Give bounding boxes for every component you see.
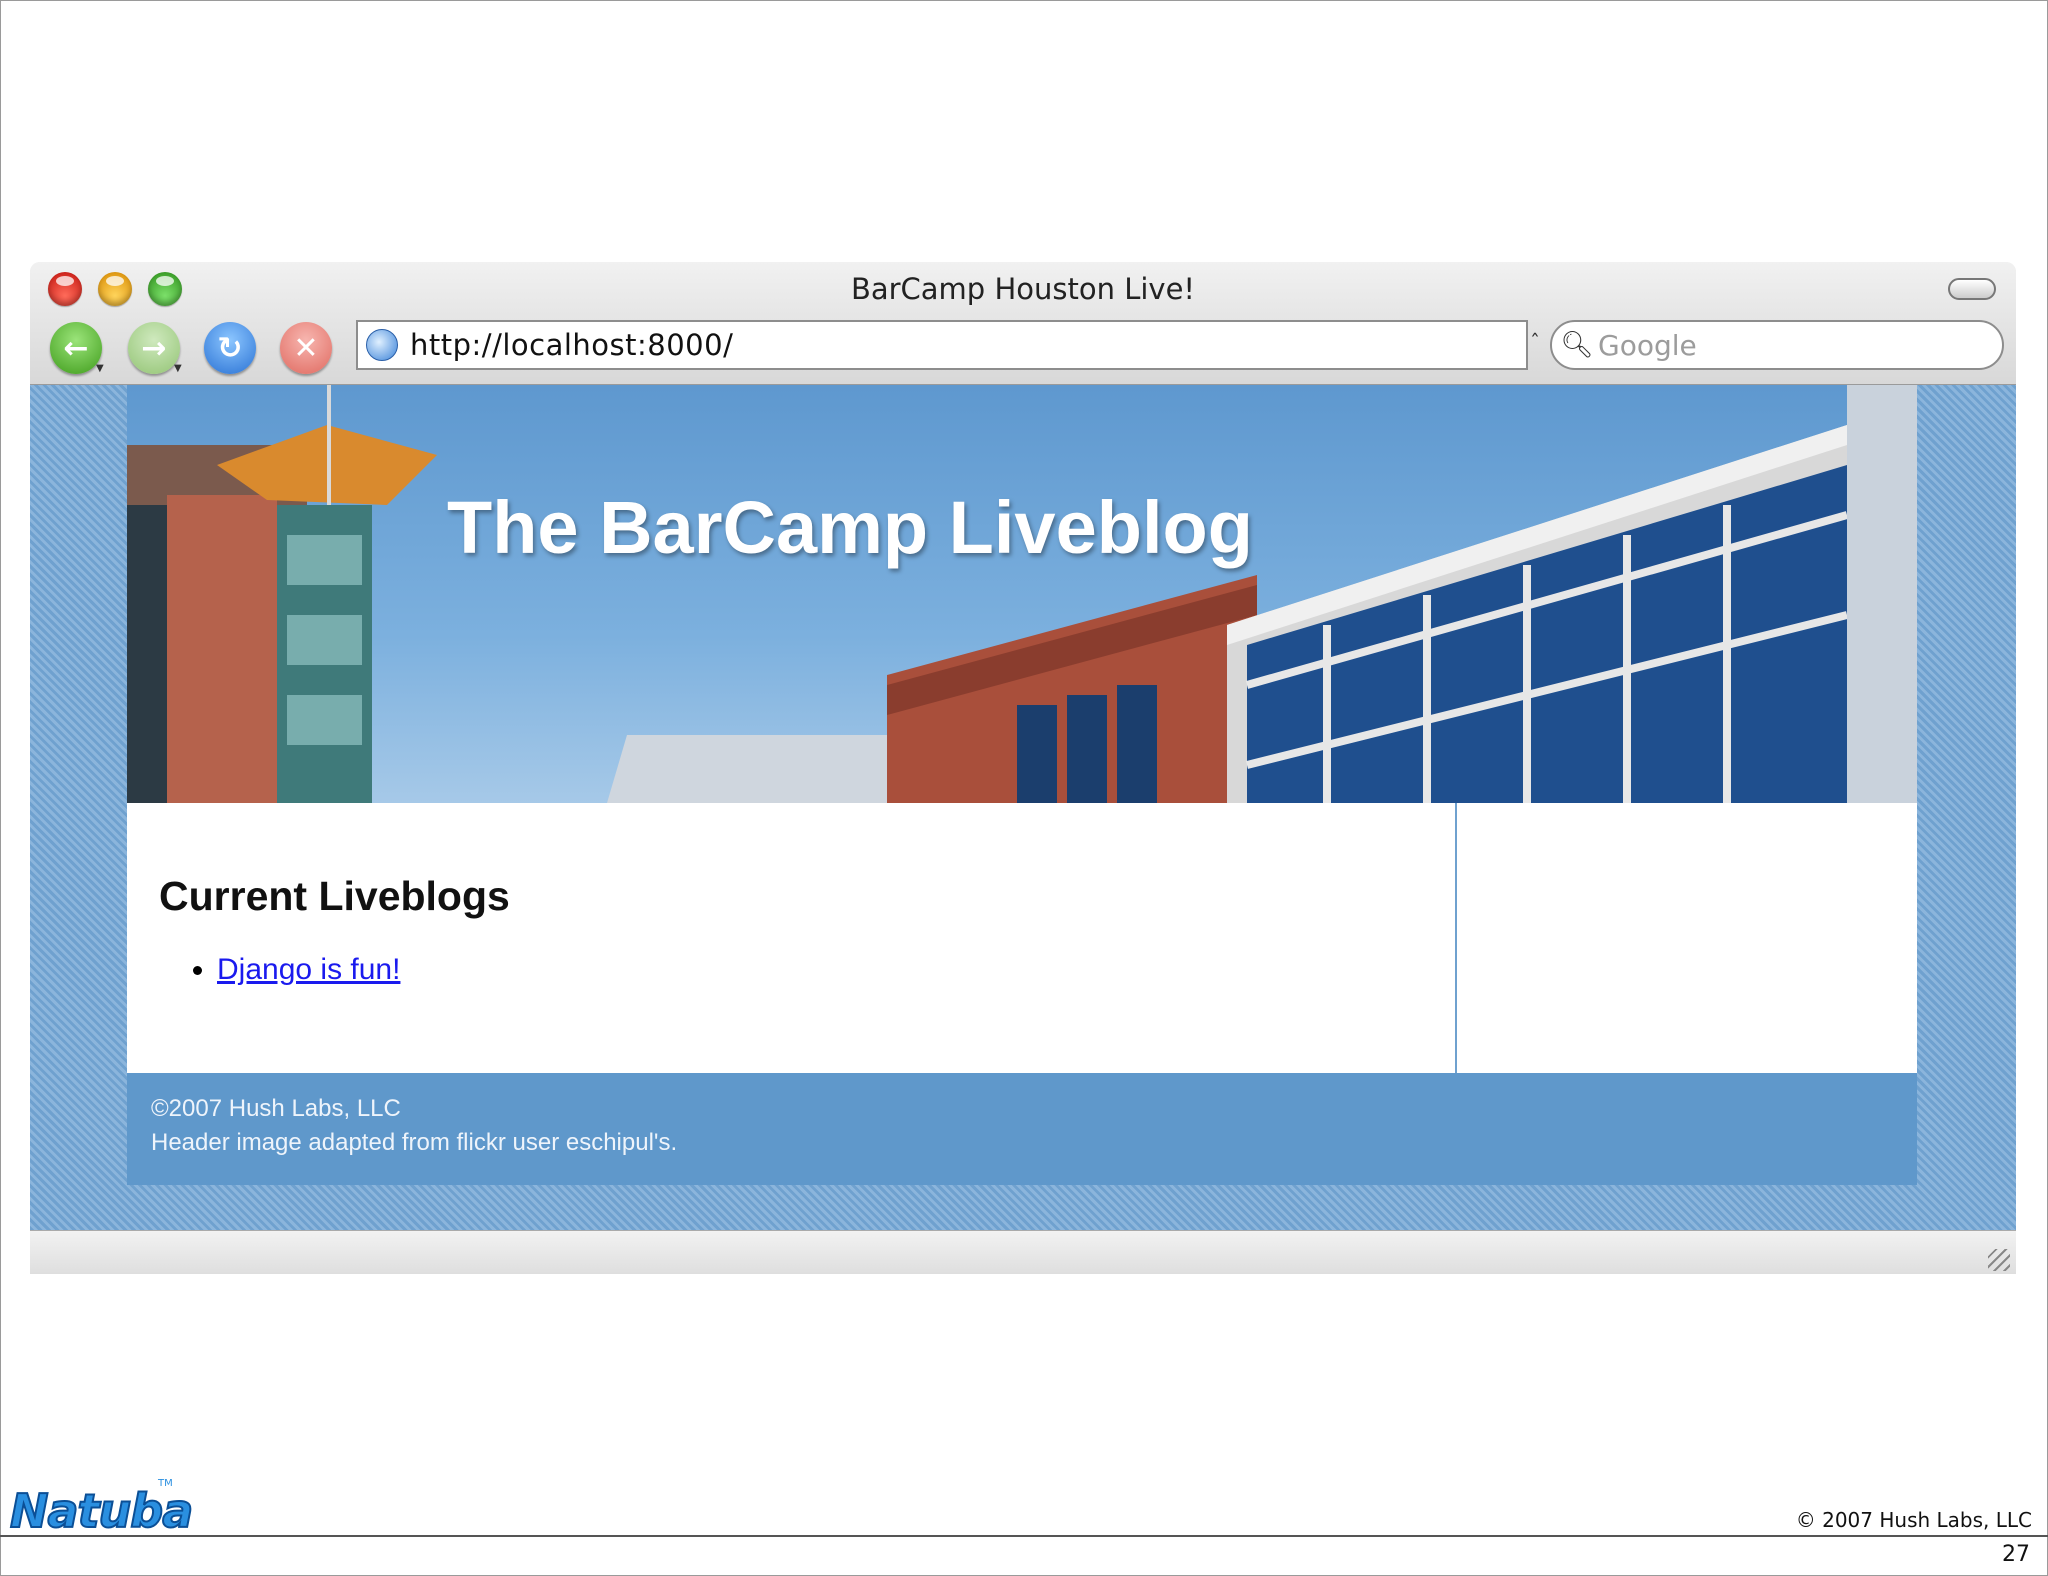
window-title: BarCamp Houston Live! bbox=[850, 272, 1196, 306]
site-title: The BarCamp Liveblog bbox=[447, 486, 1253, 569]
browser-window: BarCamp Houston Live! ← ▼ → ▼ ↻ ✕ http:/… bbox=[30, 262, 2016, 1274]
main-content: Current Liveblogs Django is fun! bbox=[127, 803, 1457, 1073]
slide-number: 27 bbox=[2002, 1542, 2030, 1567]
slide-divider bbox=[0, 1535, 2048, 1537]
search-field[interactable]: 🔍︎ Google bbox=[1550, 320, 2004, 370]
back-button[interactable]: ← bbox=[50, 322, 102, 374]
search-area: ˆ 🔍︎ Google bbox=[1530, 320, 2008, 370]
forward-history-caret-icon[interactable]: ▼ bbox=[174, 363, 182, 374]
page-viewport: The BarCamp Liveblog Current Liveblogs D… bbox=[30, 385, 2016, 1230]
header-banner-image: The BarCamp Liveblog bbox=[127, 385, 1917, 803]
back-history-caret-icon[interactable]: ▼ bbox=[96, 363, 104, 374]
browser-toolbar: BarCamp Houston Live! ← ▼ → ▼ ↻ ✕ http:/… bbox=[30, 262, 2016, 385]
trademark-mark: TM bbox=[158, 1478, 173, 1489]
liveblog-list: Django is fun! bbox=[217, 953, 400, 987]
natuba-logo: Natuba bbox=[9, 1483, 194, 1539]
forward-button[interactable]: → bbox=[128, 322, 180, 374]
reload-icon: ↻ bbox=[217, 330, 243, 366]
globe-icon bbox=[366, 329, 398, 361]
liveblog-page: The BarCamp Liveblog Current Liveblogs D… bbox=[127, 385, 1917, 1185]
status-bar bbox=[30, 1230, 2016, 1274]
footer-credit: Header image adapted from flickr user es… bbox=[151, 1129, 678, 1156]
reload-button[interactable]: ↻ bbox=[204, 322, 256, 374]
footer-copyright: ©2007 Hush Labs, LLC bbox=[151, 1095, 401, 1122]
stop-x-icon: ✕ bbox=[293, 330, 319, 366]
toolbar-toggle-button[interactable] bbox=[1948, 278, 1996, 300]
list-item: Django is fun! bbox=[217, 953, 400, 987]
page-footer: ©2007 Hush Labs, LLC Header image adapte… bbox=[127, 1073, 1917, 1185]
snapback-caret-icon[interactable]: ˆ bbox=[1530, 330, 1540, 354]
slide-copyright: © 2007 Hush Labs, LLC bbox=[1795, 1508, 2032, 1532]
section-heading: Current Liveblogs bbox=[159, 873, 510, 919]
stop-button[interactable]: ✕ bbox=[280, 322, 332, 374]
address-bar-url[interactable]: http://localhost:8000/ bbox=[410, 328, 733, 362]
address-bar[interactable]: http://localhost:8000/ bbox=[356, 320, 1528, 370]
search-icon[interactable]: 🔍︎ bbox=[1561, 330, 1594, 360]
resize-grip-icon[interactable] bbox=[1988, 1249, 2010, 1271]
search-placeholder: Google bbox=[1598, 328, 1697, 362]
arrow-right-icon: → bbox=[141, 330, 167, 366]
arrow-left-icon: ← bbox=[63, 330, 89, 366]
liveblog-link[interactable]: Django is fun! bbox=[217, 953, 400, 986]
building-illustration bbox=[127, 385, 1917, 803]
